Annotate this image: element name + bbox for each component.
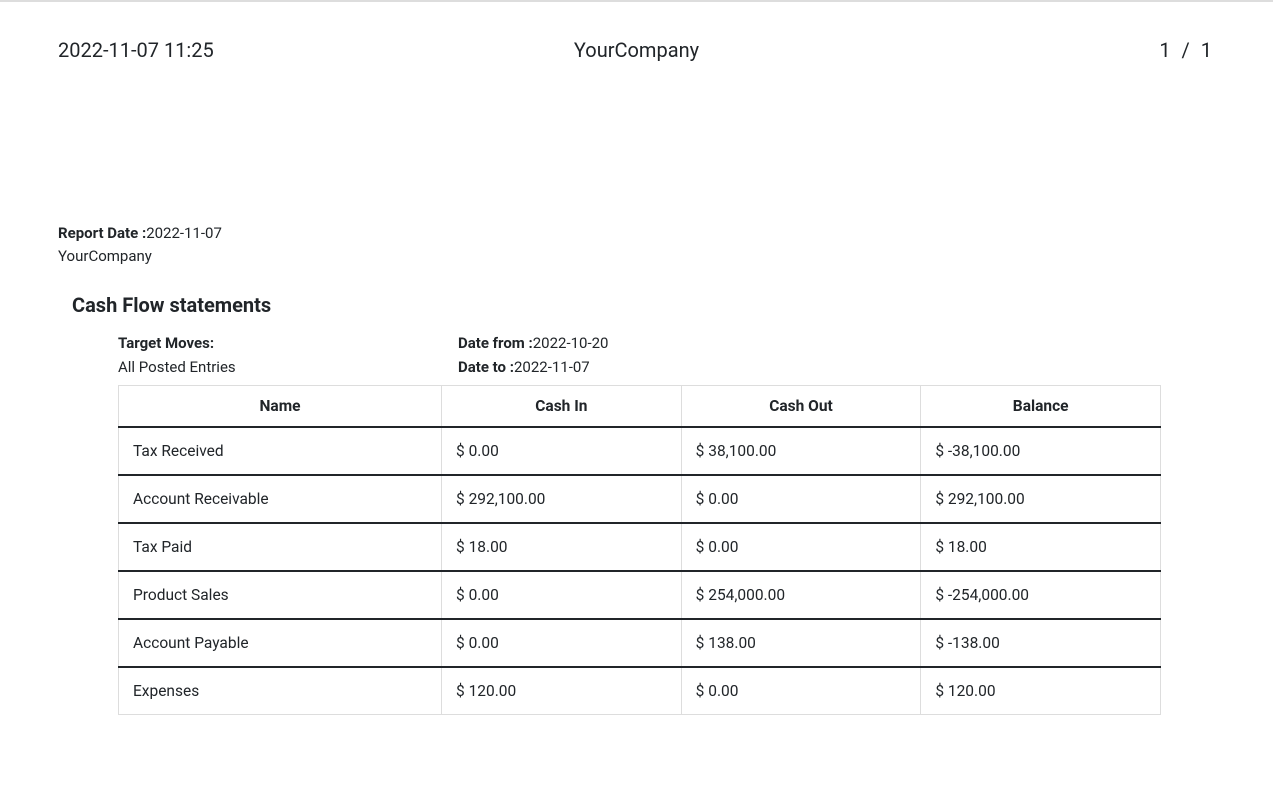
table-row: Account Payable$ 0.00$ 138.00$ -138.00 bbox=[119, 619, 1161, 667]
page-header: 2022-11-07 11:25 YourCompany 1 / 1 bbox=[58, 38, 1215, 62]
cell-name: Tax Received bbox=[119, 427, 442, 475]
cell-balance: $ -254,000.00 bbox=[921, 571, 1161, 619]
target-moves-label: Target Moves: bbox=[118, 331, 458, 355]
table-row: Account Receivable$ 292,100.00$ 0.00$ 29… bbox=[119, 475, 1161, 523]
date-to-label: Date to : bbox=[458, 358, 514, 376]
cell-cash_in: $ 120.00 bbox=[442, 667, 682, 715]
data-table-wrap: Name Cash In Cash Out Balance Tax Receiv… bbox=[118, 385, 1161, 715]
report-title: Cash Flow statements bbox=[72, 293, 1215, 317]
table-header-row: Name Cash In Cash Out Balance bbox=[119, 386, 1161, 428]
cell-cash_in: $ 0.00 bbox=[442, 427, 682, 475]
report-page: 2022-11-07 11:25 YourCompany 1 / 1 Repor… bbox=[0, 2, 1273, 715]
cell-cash_out: $ 38,100.00 bbox=[681, 427, 921, 475]
cell-cash_in: $ 18.00 bbox=[442, 523, 682, 571]
company-name-header: YourCompany bbox=[444, 38, 830, 62]
cell-balance: $ 120.00 bbox=[921, 667, 1161, 715]
cash-flow-table: Name Cash In Cash Out Balance Tax Receiv… bbox=[118, 385, 1161, 715]
col-balance-header: Balance bbox=[921, 386, 1161, 428]
cell-balance: $ -138.00 bbox=[921, 619, 1161, 667]
target-moves-value: All Posted Entries bbox=[118, 355, 458, 379]
cell-balance: $ -38,100.00 bbox=[921, 427, 1161, 475]
date-to-value: 2022-11-07 bbox=[514, 358, 590, 376]
table-row: Tax Received$ 0.00$ 38,100.00$ -38,100.0… bbox=[119, 427, 1161, 475]
cell-balance: $ 292,100.00 bbox=[921, 475, 1161, 523]
cell-cash_in: $ 0.00 bbox=[442, 619, 682, 667]
cell-cash_out: $ 138.00 bbox=[681, 619, 921, 667]
report-meta: Report Date :2022-11-07 YourCompany bbox=[58, 222, 1215, 267]
report-date-label: Report Date : bbox=[58, 224, 146, 242]
col-name-header: Name bbox=[119, 386, 442, 428]
date-from-value: 2022-10-20 bbox=[533, 334, 609, 352]
report-date-value: 2022-11-07 bbox=[146, 224, 222, 242]
table-row: Tax Paid$ 18.00$ 0.00$ 18.00 bbox=[119, 523, 1161, 571]
report-params: Target Moves: All Posted Entries Date fr… bbox=[118, 331, 1215, 379]
cell-name: Expenses bbox=[119, 667, 442, 715]
date-from-label: Date from : bbox=[458, 334, 533, 352]
table-row: Expenses$ 120.00$ 0.00$ 120.00 bbox=[119, 667, 1161, 715]
print-timestamp: 2022-11-07 11:25 bbox=[58, 38, 444, 62]
company-name-meta: YourCompany bbox=[58, 245, 1215, 268]
cell-cash_out: $ 0.00 bbox=[681, 667, 921, 715]
col-cashin-header: Cash In bbox=[442, 386, 682, 428]
cell-cash_out: $ 0.00 bbox=[681, 475, 921, 523]
cell-cash_out: $ 0.00 bbox=[681, 523, 921, 571]
col-cashout-header: Cash Out bbox=[681, 386, 921, 428]
table-row: Product Sales$ 0.00$ 254,000.00$ -254,00… bbox=[119, 571, 1161, 619]
cell-name: Tax Paid bbox=[119, 523, 442, 571]
cell-cash_in: $ 0.00 bbox=[442, 571, 682, 619]
cell-cash_in: $ 292,100.00 bbox=[442, 475, 682, 523]
page-number: 1 / 1 bbox=[829, 38, 1215, 62]
cell-name: Product Sales bbox=[119, 571, 442, 619]
cell-cash_out: $ 254,000.00 bbox=[681, 571, 921, 619]
cell-name: Account Payable bbox=[119, 619, 442, 667]
cell-balance: $ 18.00 bbox=[921, 523, 1161, 571]
cell-name: Account Receivable bbox=[119, 475, 442, 523]
